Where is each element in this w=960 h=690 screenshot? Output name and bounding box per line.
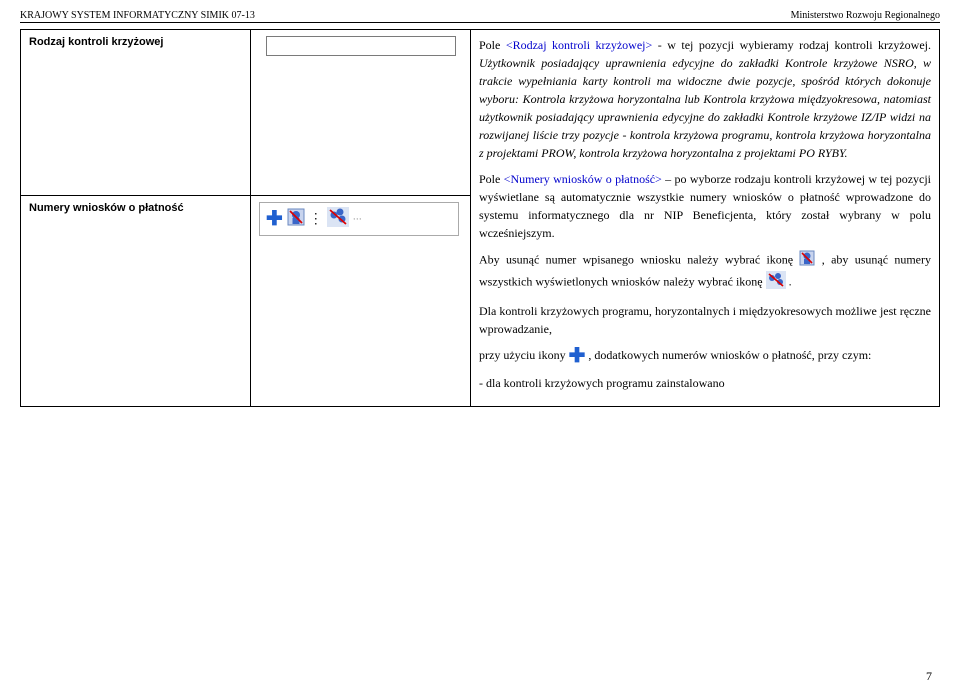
page-number: 7: [926, 669, 932, 684]
field-label: Rodzaj kontroli krzyżowej: [21, 30, 251, 196]
description-block: Pole <Rodzaj kontroli krzyżowej> - w tej…: [479, 36, 931, 392]
delete-single-button[interactable]: [287, 208, 305, 230]
rodzaj-kontroli-input[interactable]: [266, 36, 456, 56]
table-row: Rodzaj kontroli krzyżowej Pole <Rodzaj k…: [21, 30, 940, 196]
field-tag: <Rodzaj kontroli krzyżowej>: [506, 38, 652, 52]
header-right: Ministerstwo Rozwoju Regionalnego: [791, 10, 940, 21]
add-button[interactable]: ✚: [266, 209, 283, 229]
separator: ⋮: [309, 211, 323, 228]
delete-single-icon: [799, 250, 815, 271]
header-left: KRAJOWY SYSTEM INFORMATYCZNY SIMIK 07-13: [20, 10, 255, 21]
plus-icon: ✚: [569, 346, 586, 366]
delete-all-icon: [766, 271, 786, 294]
delete-all-button[interactable]: [327, 207, 349, 231]
field-tag: <Numery wniosków o płatność>: [504, 172, 662, 186]
numery-wnioskow-toolbar: ✚ ⋮ ···: [259, 202, 459, 236]
field-label: Numery wniosków o płatność: [21, 196, 251, 407]
main-table: Rodzaj kontroli krzyżowej Pole <Rodzaj k…: [20, 29, 940, 407]
page-header: KRAJOWY SYSTEM INFORMATYCZNY SIMIK 07-13…: [20, 10, 940, 23]
trailing-icon: ···: [353, 214, 362, 224]
